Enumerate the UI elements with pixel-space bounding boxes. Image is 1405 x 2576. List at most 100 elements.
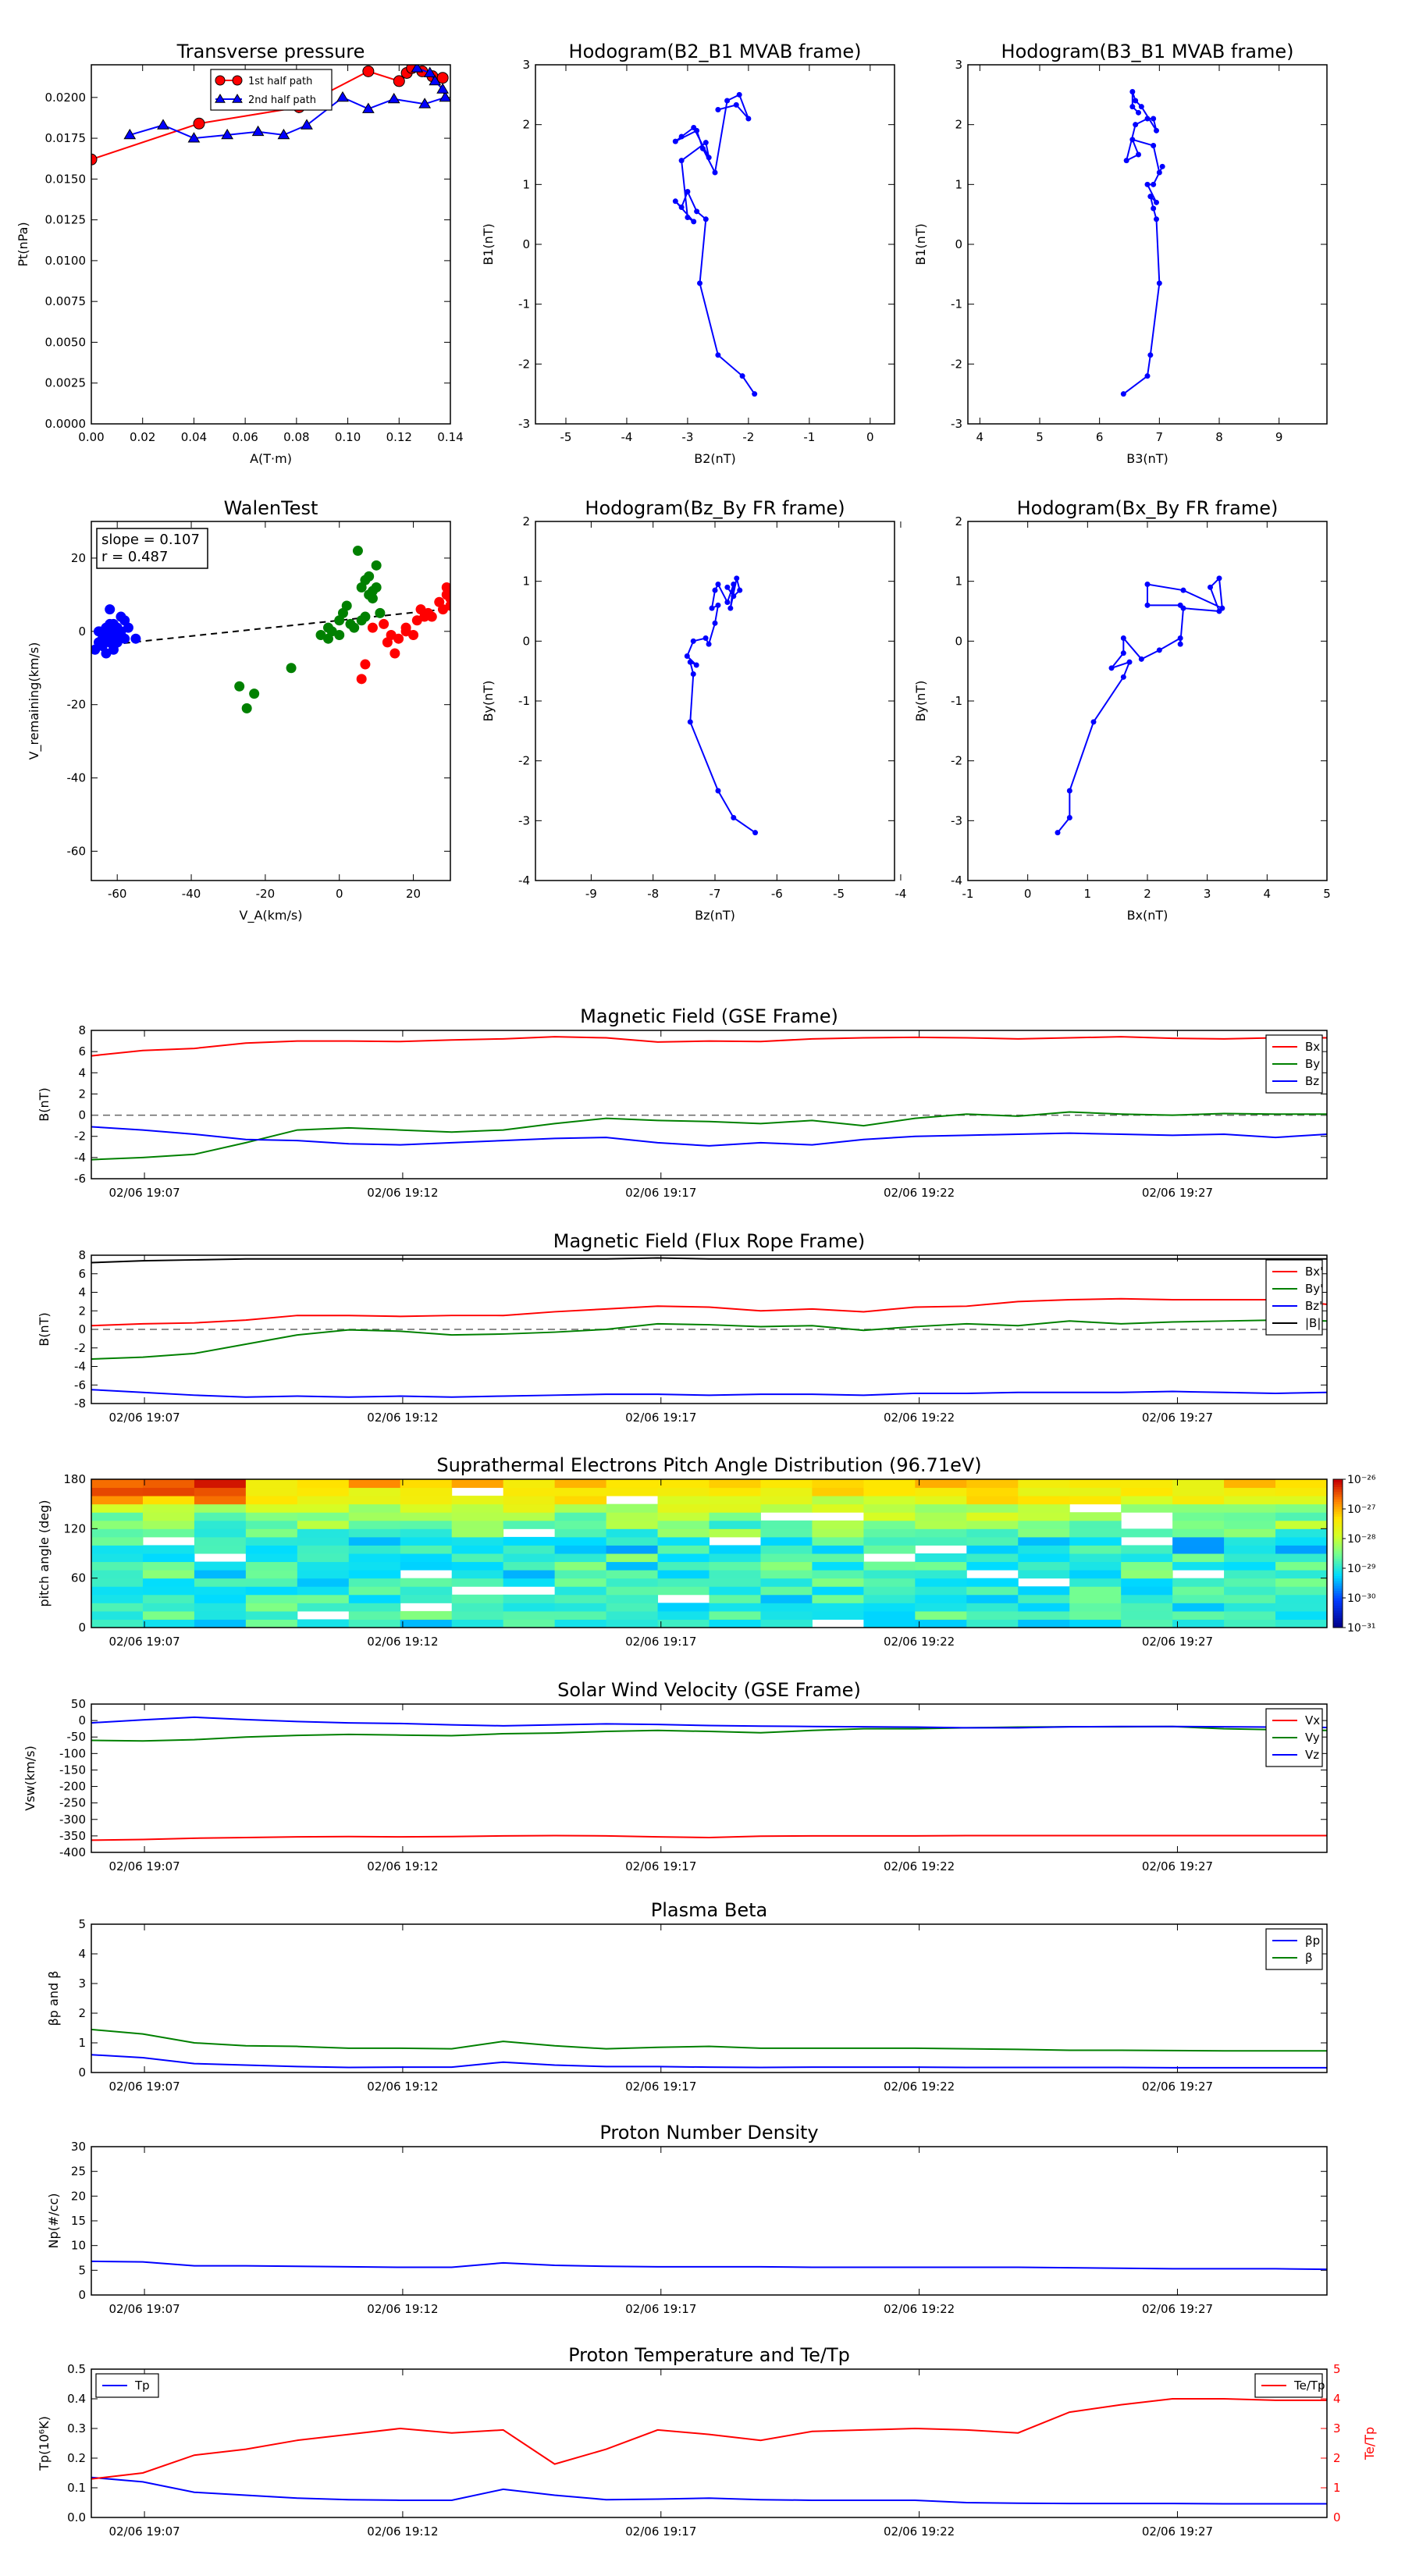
legend-label: Vx (1305, 1713, 1320, 1727)
x-tick-label: 02/06 19:17 (625, 1186, 696, 1200)
heatmap-cell (1224, 1520, 1276, 1529)
data-point (371, 560, 382, 571)
data-point (715, 788, 721, 794)
heatmap-cell (812, 1553, 864, 1563)
heatmap-cell (1018, 1545, 1070, 1554)
heatmap-cell (606, 1553, 659, 1563)
x-tick-label: 0 (866, 430, 874, 444)
heatmap-cell (1275, 1479, 1328, 1489)
heatmap-cell (1018, 1479, 1070, 1489)
y-tick-label: -300 (59, 1813, 86, 1827)
heatmap-cell (606, 1503, 659, 1513)
heatmap-cell (709, 1610, 761, 1620)
chart-title: Proton Number Density (599, 2122, 818, 2144)
y-tick-label: -4 (951, 873, 962, 888)
heatmap-cell (142, 1528, 195, 1538)
heatmap-cell (863, 1536, 916, 1546)
y-tick-label: -3 (951, 417, 962, 431)
heatmap-cell (657, 1561, 710, 1571)
data-point (709, 605, 715, 611)
y-tick-label: -3 (951, 813, 962, 827)
heatmap-cell (1069, 1570, 1122, 1579)
colorbar-segment (1333, 1553, 1343, 1557)
heatmap-cell (1018, 1570, 1070, 1579)
data-point (1147, 194, 1154, 200)
heatmap-cell (1172, 1496, 1225, 1505)
x-tick-label: 02/06 19:22 (884, 2302, 955, 2316)
heatmap-cell (1275, 1496, 1328, 1505)
heatmap-cell (297, 1520, 350, 1529)
heatmap-cell (812, 1520, 864, 1529)
colorbar-segment (1333, 1556, 1343, 1559)
heatmap-cell (966, 1512, 1019, 1521)
data-point (702, 635, 709, 641)
y-tick-label: 0.0175 (45, 131, 87, 145)
colorbar-segment (1333, 1479, 1343, 1482)
x-axis-label: V_A(km/s) (240, 908, 303, 923)
heatmap-cell (348, 1570, 401, 1579)
x-tick-label: 02/06 19:27 (1142, 2080, 1213, 2094)
data-point (672, 198, 678, 205)
colorbar-segment (1333, 1573, 1343, 1576)
heatmap-cell (709, 1594, 761, 1603)
heatmap-cell (297, 1553, 350, 1563)
heatmap-cell (348, 1610, 401, 1620)
y-tick-label: 4 (78, 1066, 86, 1080)
heatmap-cell (400, 1594, 453, 1603)
legend-label: Bz (1305, 1074, 1319, 1088)
heatmap-cell (812, 1496, 864, 1505)
heatmap-cell (554, 1487, 607, 1496)
data-point (678, 204, 685, 210)
heatmap-cell (1172, 1528, 1225, 1538)
heatmap-cell (451, 1496, 504, 1505)
heatmap-cell (91, 1603, 144, 1612)
heatmap-cell (142, 1586, 195, 1596)
heatmap-cell (554, 1619, 607, 1628)
heatmap-cell (760, 1619, 813, 1628)
colorbar-segment (1333, 1491, 1343, 1495)
heatmap-cell (1224, 1512, 1276, 1521)
data-point (678, 158, 685, 164)
heatmap-cell (245, 1578, 298, 1587)
x-tick-label: 20 (406, 887, 421, 901)
heatmap-cell (503, 1487, 556, 1496)
x-tick-label: -1 (962, 887, 974, 901)
chart-pitch-angle: 0 60 120 180 02/06 19:07 02/06 19:12 02/06 19:… (37, 1454, 1328, 1649)
heatmap-cell (194, 1561, 247, 1571)
heatmap-cell (915, 1520, 967, 1529)
x-tick-label: 0 (336, 887, 343, 901)
heatmap-cell (400, 1496, 453, 1505)
data-point (337, 607, 348, 618)
annotation-r: r = 0.487 (101, 549, 168, 565)
heatmap-cell (348, 1586, 401, 1596)
y-tick-label: -150 (59, 1763, 86, 1777)
heatmap-cell (606, 1487, 659, 1496)
heatmap-cell (966, 1561, 1019, 1571)
heatmap-cell (297, 1545, 350, 1554)
heatmap-cell (657, 1512, 710, 1521)
data-point (241, 703, 252, 713)
heatmap-cell (863, 1545, 916, 1554)
colorbar-segment (1333, 1486, 1343, 1490)
x-tick-label: 02/06 19:12 (367, 1859, 438, 1873)
heatmap-cell (709, 1553, 761, 1563)
chart-title: Hodogram(B3_B1 MVAB frame) (1001, 41, 1294, 62)
data-point (1219, 605, 1225, 611)
x-tick-label: -5 (560, 430, 571, 444)
data-point (1090, 719, 1097, 725)
x-tick-label: 02/06 19:17 (625, 2524, 696, 2539)
heatmap-cell (657, 1603, 710, 1612)
heatmap-cell (1121, 1603, 1173, 1612)
heatmap-cell (709, 1603, 761, 1612)
chart-proton-density: 0 5 10 15 20 25 30 02/06 19:07 02/06 19:12 02/06 … (46, 2122, 1328, 2316)
heatmap-cell (966, 1619, 1019, 1628)
heatmap-cell (194, 1487, 247, 1496)
heatmap-cell (1121, 1619, 1173, 1628)
y-tick-label: -20 (67, 698, 87, 712)
heatmap-cell (1069, 1487, 1122, 1496)
heatmap-cell (1224, 1545, 1276, 1554)
heatmap-cell (1121, 1610, 1173, 1620)
heatmap-cell (503, 1553, 556, 1563)
data-point (1129, 89, 1136, 94)
heatmap-cell (657, 1545, 710, 1554)
